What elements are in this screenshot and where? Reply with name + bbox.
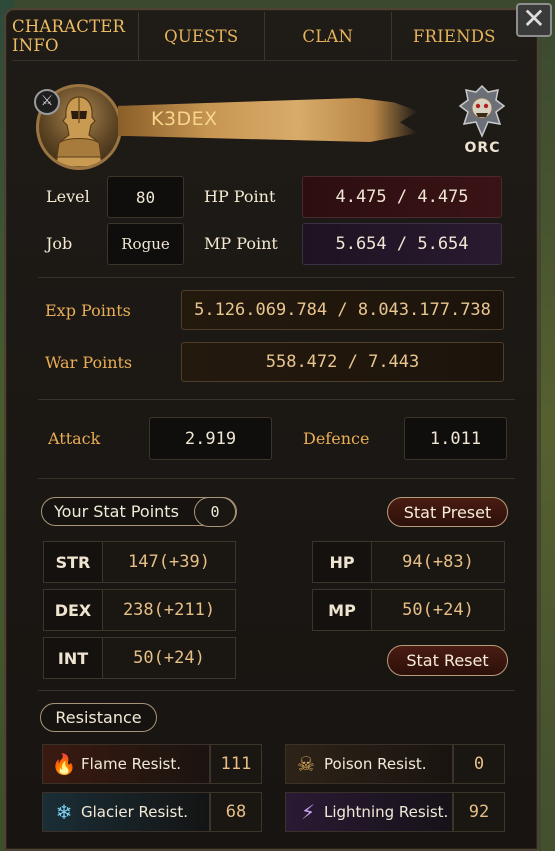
section-divider xyxy=(38,690,515,691)
flame-icon: 🔥 xyxy=(51,752,77,776)
tab-divider xyxy=(12,60,517,61)
defence-value: 1.011 xyxy=(404,417,507,460)
tab-quests[interactable]: QUESTS xyxy=(139,12,265,60)
orc-emblem-icon xyxy=(458,84,506,138)
war-points-value: 558.472 / 7.443 xyxy=(181,342,504,382)
mp-stat-label: MP xyxy=(312,589,372,631)
race-label: ORC xyxy=(464,140,501,156)
hp-point-value: 4.475 / 4.475 xyxy=(302,176,502,218)
stat-reset-button[interactable]: Stat Reset xyxy=(387,645,508,676)
int-value: 50(+24) xyxy=(102,637,236,679)
snowflake-icon: ❄ xyxy=(55,800,73,824)
tab-friends[interactable]: FRIENDS xyxy=(392,12,518,60)
section-divider xyxy=(38,277,515,278)
defence-label: Defence xyxy=(303,429,370,448)
section-divider xyxy=(38,478,515,479)
attack-value: 2.919 xyxy=(149,417,272,460)
mp-point-value: 5.654 / 5.654 xyxy=(302,223,502,265)
hp-stat-value: 94(+83) xyxy=(371,541,505,583)
mp-stat-value: 50(+24) xyxy=(371,589,505,631)
glacier-resist-value: 68 xyxy=(210,792,262,832)
exp-points-label: Exp Points xyxy=(45,301,131,320)
stat-points-label: Your Stat Points xyxy=(54,502,179,521)
flame-resist-value: 111 xyxy=(210,744,262,784)
str-value: 147(+39) xyxy=(102,541,236,583)
background-right xyxy=(541,0,555,851)
exp-points-value: 5.126.069.784 / 8.043.177.738 xyxy=(181,290,504,330)
mp-point-label: MP Point xyxy=(204,234,278,253)
resistance-title: Resistance xyxy=(40,703,157,732)
job-label: Job xyxy=(46,234,73,253)
tab-clan[interactable]: CLAN xyxy=(265,12,392,60)
crossed-swords-icon: ⚔ xyxy=(34,89,60,115)
section-divider xyxy=(38,399,515,400)
stat-points-pill: Your Stat Points 0 xyxy=(41,497,237,527)
dex-label: DEX xyxy=(43,589,103,631)
skull-icon: ☠ xyxy=(297,752,315,776)
tab-character-info[interactable]: CHARACTER INFO xyxy=(12,12,139,60)
war-points-label: War Points xyxy=(45,353,133,372)
job-value: Rogue xyxy=(107,223,184,265)
tab-bar: CHARACTER INFO QUESTS CLAN FRIENDS xyxy=(12,12,517,60)
lightning-resist-value: 92 xyxy=(453,792,505,832)
hp-point-label: HP Point xyxy=(204,187,276,206)
level-label: Level xyxy=(46,187,90,206)
character-name: K3DEX xyxy=(151,108,218,130)
int-label: INT xyxy=(43,637,103,679)
attack-label: Attack xyxy=(48,429,101,448)
close-button[interactable]: ✕ xyxy=(516,3,552,37)
str-label: STR xyxy=(43,541,103,583)
level-value: 80 xyxy=(107,176,184,218)
poison-resist-value: 0 xyxy=(453,744,505,784)
hp-stat-label: HP xyxy=(312,541,372,583)
stat-preset-button[interactable]: Stat Preset xyxy=(387,497,508,527)
lightning-icon: ⚡ xyxy=(300,800,316,824)
stat-points-value: 0 xyxy=(194,497,236,527)
dex-value: 238(+211) xyxy=(102,589,236,631)
